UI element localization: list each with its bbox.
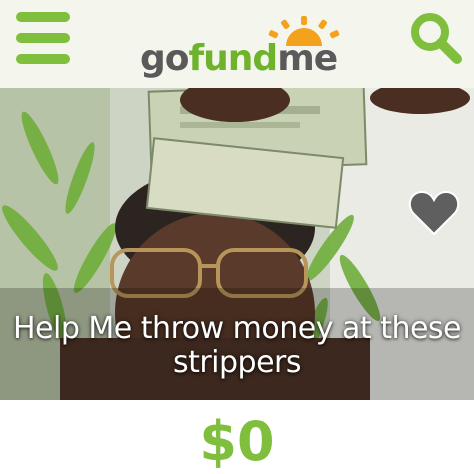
- search-button[interactable]: [408, 10, 464, 66]
- logo-text-fund: fund: [188, 38, 279, 79]
- logo-wordmark: gofundme: [140, 38, 338, 79]
- amount-raised: $0: [199, 410, 275, 473]
- campaign-hero-image[interactable]: Help Me throw money at these strippers: [0, 88, 474, 400]
- heart-icon: [408, 190, 460, 236]
- logo-text-go: go: [140, 38, 190, 79]
- favorite-button[interactable]: [408, 188, 460, 236]
- campaign-title: Help Me throw money at these strippers: [12, 311, 462, 380]
- gofundme-logo[interactable]: gofundme: [140, 16, 340, 79]
- hamburger-menu-icon: [16, 12, 70, 22]
- search-icon: [411, 13, 462, 64]
- menu-button[interactable]: [16, 12, 70, 66]
- app-header: gofundme: [0, 0, 474, 88]
- logo-text-me: me: [277, 38, 338, 79]
